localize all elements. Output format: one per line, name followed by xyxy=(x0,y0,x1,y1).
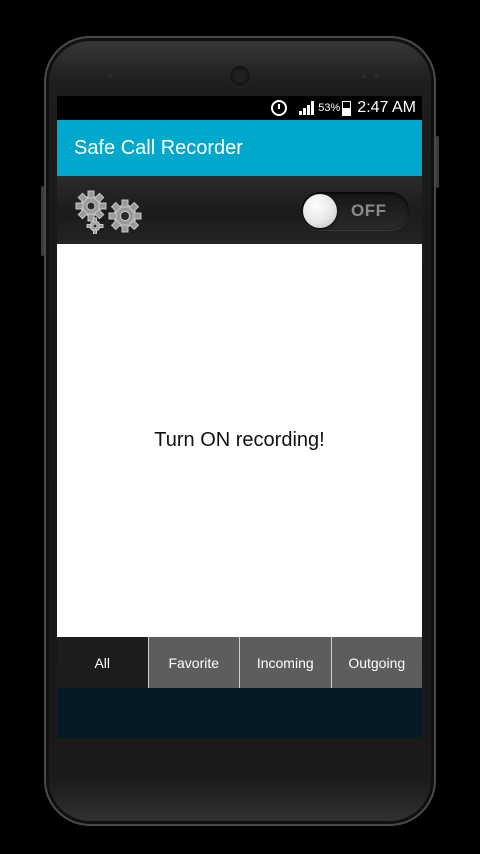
tab-incoming[interactable]: Incoming xyxy=(239,637,331,688)
toggle-knob[interactable] xyxy=(303,194,337,228)
bottom-area xyxy=(57,688,422,738)
app-title: Safe Call Recorder xyxy=(74,136,243,159)
phone-screen: 53% 2:47 AM Safe Call Recorder OFF Turn … xyxy=(57,96,422,738)
alarm-icon xyxy=(271,100,288,116)
status-time: 2:47 AM xyxy=(357,99,416,116)
app-bar: Safe Call Recorder xyxy=(57,120,422,176)
tab-favorite[interactable]: Favorite xyxy=(147,637,239,688)
status-bar: 53% 2:47 AM xyxy=(57,96,422,120)
filter-tabs: All Favorite Incoming Outgoing xyxy=(57,637,422,688)
power-button xyxy=(41,186,44,256)
volume-button xyxy=(436,136,439,188)
tab-label: Favorite xyxy=(168,654,220,671)
gears-icon[interactable] xyxy=(69,186,153,234)
tab-label: All xyxy=(94,654,111,671)
tab-outgoing[interactable]: Outgoing xyxy=(330,637,422,688)
battery-icon xyxy=(342,100,352,116)
control-bar: OFF xyxy=(57,176,422,244)
recording-toggle[interactable]: OFF xyxy=(301,192,409,230)
front-sensor xyxy=(108,74,113,79)
earpiece-speaker xyxy=(230,66,250,86)
signal-icon xyxy=(299,101,315,115)
toggle-state-label: OFF xyxy=(351,201,387,220)
light-sensor xyxy=(374,74,379,79)
battery-percent: 53% xyxy=(318,102,341,114)
recordings-list-area: Turn ON recording! xyxy=(57,244,422,637)
tab-label: Incoming xyxy=(256,654,314,671)
tab-label: Outgoing xyxy=(348,654,406,671)
tab-all[interactable]: All xyxy=(57,637,148,688)
empty-state-message: Turn ON recording! xyxy=(154,429,325,451)
proximity-sensor xyxy=(362,74,367,79)
